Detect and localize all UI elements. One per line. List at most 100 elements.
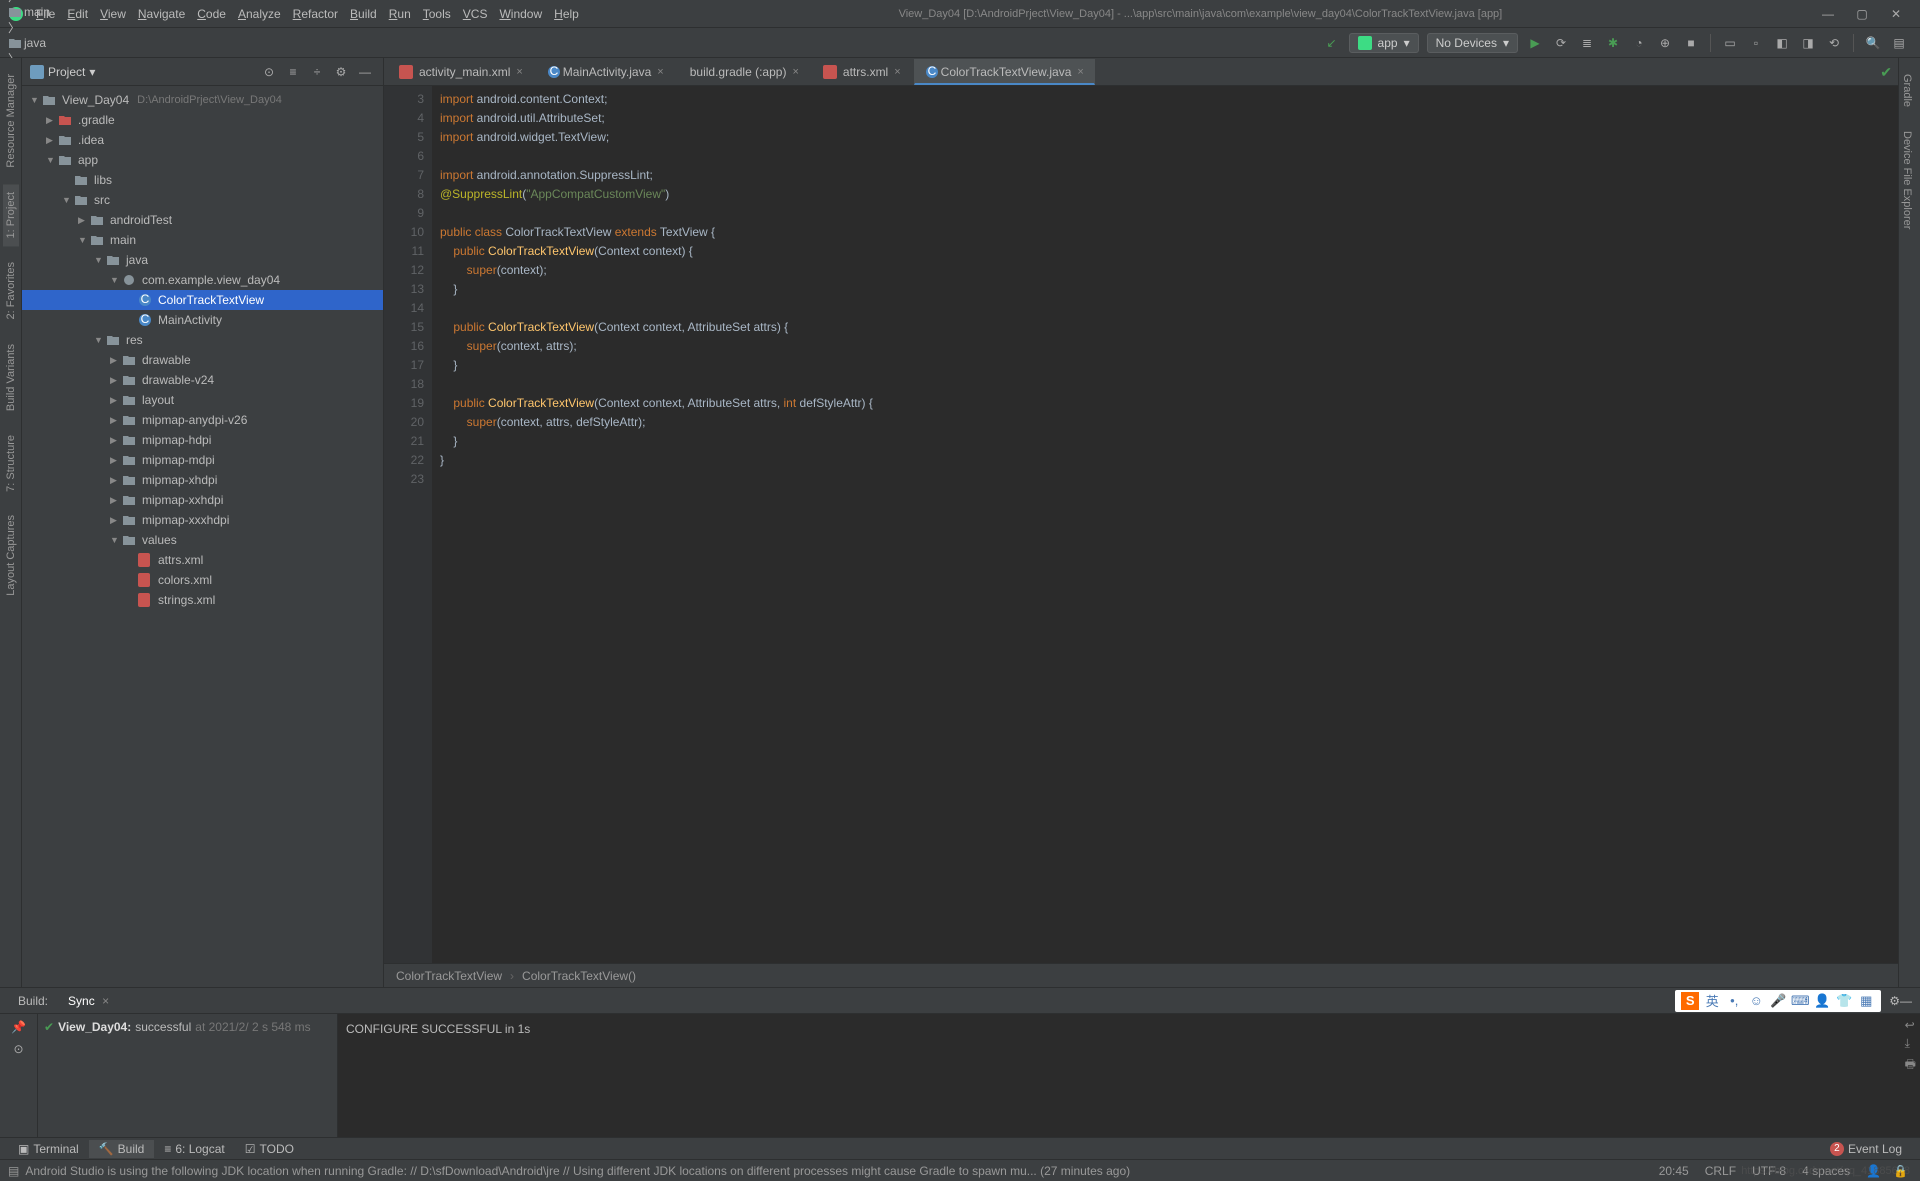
expand-all-icon[interactable]: ≡ [283, 62, 303, 82]
scroll-end-icon[interactable]: ⤓ [1905, 1036, 1916, 1051]
tree-item-libs[interactable]: libs [22, 170, 383, 190]
tree-item-main[interactable]: ▼main [22, 230, 383, 250]
layout-inspector-icon[interactable]: ◧ [1771, 32, 1793, 54]
collapse-all-icon[interactable]: ÷ [307, 62, 327, 82]
sdk-icon[interactable]: ▫ [1745, 32, 1767, 54]
line-separator[interactable]: CRLF [1705, 1164, 1736, 1178]
project-tree[interactable]: ▼View_Day04D:\AndroidPrject\View_Day04▶.… [22, 86, 383, 987]
editor-tab[interactable]: CMainActivity.java× [536, 59, 675, 85]
minimize-button[interactable]: — [1812, 2, 1844, 26]
menu-build[interactable]: Build [350, 7, 377, 21]
ime-skin-icon[interactable]: 👕 [1835, 992, 1853, 1010]
select-opened-icon[interactable]: ⊙ [259, 62, 279, 82]
menu-tools[interactable]: Tools [423, 7, 451, 21]
close-tab-icon[interactable]: × [894, 66, 900, 78]
resource-manager-icon[interactable]: ◨ [1797, 32, 1819, 54]
back-icon[interactable]: ↙ [1321, 32, 1343, 54]
run-button[interactable]: ▶ [1524, 32, 1546, 54]
stop-icon[interactable]: ■ [1680, 32, 1702, 54]
tool-device-file-explorer[interactable]: Device File Explorer [1899, 123, 1915, 237]
tree-item-attrs-xml[interactable]: attrs.xml [22, 550, 383, 570]
ime-emoji-icon[interactable]: ☺ [1747, 992, 1765, 1010]
editor-tab[interactable]: attrs.xml× [812, 59, 912, 85]
bug-icon[interactable]: ✱ [1602, 32, 1624, 54]
tree-item--idea[interactable]: ▶.idea [22, 130, 383, 150]
tree-item-colortracktextview[interactable]: CColorTrackTextView [22, 290, 383, 310]
debug-icon[interactable]: ≣ [1576, 32, 1598, 54]
menu-run[interactable]: Run [389, 7, 411, 21]
menu-window[interactable]: Window [499, 7, 542, 21]
ime-lang[interactable]: 英 [1703, 992, 1721, 1010]
gear-icon[interactable]: ⚙ [1889, 994, 1900, 1008]
ide-settings-icon[interactable]: ▤ [1888, 32, 1910, 54]
close-tab-icon[interactable]: × [516, 66, 522, 78]
tool-gradle[interactable]: Gradle [1899, 66, 1915, 115]
apply-changes-icon[interactable]: ⟳ [1550, 32, 1572, 54]
tree-item-res[interactable]: ▼res [22, 330, 383, 350]
menu-code[interactable]: Code [197, 7, 226, 21]
gear-icon[interactable]: ⚙ [331, 62, 351, 82]
editor-tab[interactable]: build.gradle (:app)× [677, 59, 810, 85]
sync-icon[interactable]: ⟲ [1823, 32, 1845, 54]
tool-build-variants[interactable]: Build Variants [3, 336, 19, 419]
tree-item--gradle[interactable]: ▶.gradle [22, 110, 383, 130]
code-editor[interactable]: import android.content.Context;import an… [432, 86, 1898, 963]
editor-tab[interactable]: activity_main.xml× [388, 59, 534, 85]
tree-item-java[interactable]: ▼java [22, 250, 383, 270]
tree-item-drawable[interactable]: ▶drawable [22, 350, 383, 370]
ime-punct-icon[interactable]: •, [1725, 992, 1743, 1010]
search-icon[interactable]: 🔍 [1862, 32, 1884, 54]
logcat-tab[interactable]: ≡6: Logcat [154, 1140, 234, 1158]
target-icon[interactable]: ⊙ [13, 1042, 23, 1056]
breadcrumb-item[interactable]: java [8, 36, 134, 50]
ime-person-icon[interactable]: 👤 [1813, 992, 1831, 1010]
tree-item-view-day04[interactable]: ▼View_Day04D:\AndroidPrject\View_Day04 [22, 90, 383, 110]
run-config-selector[interactable]: app ▾ [1349, 33, 1419, 53]
sogou-icon[interactable]: S [1681, 992, 1699, 1010]
tree-item-strings-xml[interactable]: strings.xml [22, 590, 383, 610]
tree-item-mipmap-anydpi-v26[interactable]: ▶mipmap-anydpi-v26 [22, 410, 383, 430]
menu-refactor[interactable]: Refactor [293, 7, 338, 21]
todo-tab[interactable]: ☑TODO [235, 1140, 304, 1158]
terminal-tab[interactable]: ▣Terminal [8, 1140, 89, 1158]
tree-item-mipmap-xhdpi[interactable]: ▶mipmap-xhdpi [22, 470, 383, 490]
soft-wrap-icon[interactable]: ↩ [1905, 1018, 1916, 1032]
breadcrumb-item[interactable]: ColorTrackTextView [396, 969, 502, 983]
attach-debugger-icon[interactable]: ⊕ [1654, 32, 1676, 54]
sync-tab[interactable]: Sync × [58, 990, 119, 1012]
tree-item-src[interactable]: ▼src [22, 190, 383, 210]
pin-icon[interactable]: 📌 [11, 1020, 26, 1034]
close-button[interactable]: ✕ [1880, 2, 1912, 26]
tree-item-mipmap-xxhdpi[interactable]: ▶mipmap-xxhdpi [22, 490, 383, 510]
tree-item-mipmap-hdpi[interactable]: ▶mipmap-hdpi [22, 430, 383, 450]
tree-item-values[interactable]: ▼values [22, 530, 383, 550]
menu-navigate[interactable]: Navigate [138, 7, 185, 21]
tree-item-mipmap-xxxhdpi[interactable]: ▶mipmap-xxxhdpi [22, 510, 383, 530]
close-tab-icon[interactable]: × [792, 66, 798, 78]
project-pane-title[interactable]: Project ▾ [30, 65, 255, 79]
print-icon[interactable]: 🖶 [1905, 1055, 1916, 1076]
tree-item-mainactivity[interactable]: CMainActivity [22, 310, 383, 330]
tool--favorites[interactable]: 2: Favorites [3, 254, 19, 327]
tool-resource-manager[interactable]: Resource Manager [3, 66, 19, 176]
profiler-icon[interactable]: ◔ [1628, 32, 1650, 54]
close-tab-icon[interactable]: × [1077, 66, 1083, 78]
tree-item-layout[interactable]: ▶layout [22, 390, 383, 410]
ime-keyboard-icon[interactable]: ⌨ [1791, 992, 1809, 1010]
menu-analyze[interactable]: Analyze [238, 7, 281, 21]
tool-layout-captures[interactable]: Layout Captures [3, 507, 19, 604]
tree-item-drawable-v24[interactable]: ▶drawable-v24 [22, 370, 383, 390]
breadcrumb-item[interactable]: main [8, 5, 134, 19]
ime-toolbar[interactable]: S 英 •, ☺ 🎤 ⌨ 👤 👕 ▦ [1675, 990, 1881, 1012]
tree-item-com-example-view-day04[interactable]: ▼com.example.view_day04 [22, 270, 383, 290]
editor-tab[interactable]: CColorTrackTextView.java× [914, 59, 1095, 85]
menu-help[interactable]: Help [554, 7, 579, 21]
caret-position[interactable]: 20:45 [1659, 1164, 1689, 1178]
hide-icon[interactable]: — [355, 62, 375, 82]
ime-tools-icon[interactable]: ▦ [1857, 992, 1875, 1010]
device-selector[interactable]: No Devices ▾ [1427, 33, 1518, 53]
maximize-button[interactable]: ▢ [1846, 2, 1878, 26]
ime-voice-icon[interactable]: 🎤 [1769, 992, 1787, 1010]
hide-icon[interactable]: — [1900, 994, 1912, 1008]
close-tab-icon[interactable]: × [657, 66, 663, 78]
